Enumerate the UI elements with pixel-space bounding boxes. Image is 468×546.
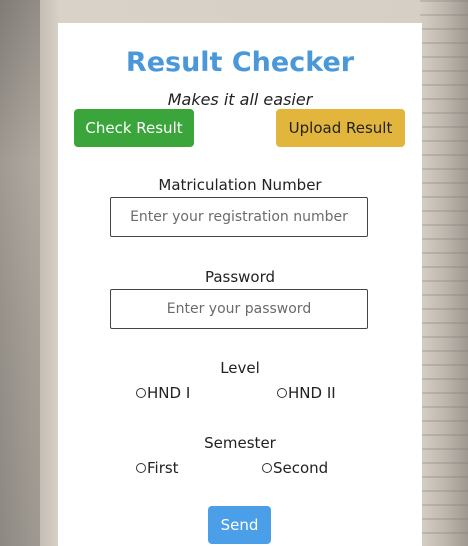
result-checker-card: Result Checker Makes it all easier Check… bbox=[58, 23, 422, 546]
password-input[interactable] bbox=[110, 289, 368, 329]
semester-label: Semester bbox=[204, 434, 276, 452]
page-subtitle: Makes it all easier bbox=[167, 90, 313, 109]
matric-input[interactable] bbox=[110, 197, 368, 237]
level-label: Level bbox=[220, 359, 260, 377]
radio-circle-icon[interactable] bbox=[262, 463, 272, 473]
send-button[interactable]: Send bbox=[208, 506, 271, 544]
radio-circle-icon[interactable] bbox=[136, 463, 146, 473]
semester-options: First Second bbox=[58, 458, 422, 478]
level-option-hnd1[interactable]: HND I bbox=[136, 383, 190, 403]
level-option-label: HND II bbox=[288, 384, 336, 402]
check-result-button[interactable]: Check Result bbox=[74, 109, 194, 147]
semester-option-first[interactable]: First bbox=[136, 458, 179, 478]
page-title: Result Checker bbox=[125, 47, 355, 78]
level-options: HND I HND II bbox=[58, 383, 422, 403]
password-label: Password bbox=[204, 268, 276, 286]
matric-label: Matriculation Number bbox=[158, 176, 322, 194]
upload-result-button[interactable]: Upload Result bbox=[276, 109, 405, 147]
level-option-hnd2[interactable]: HND II bbox=[277, 383, 336, 403]
radio-circle-icon[interactable] bbox=[136, 388, 146, 398]
level-option-label: HND I bbox=[147, 384, 191, 402]
radio-circle-icon[interactable] bbox=[277, 388, 287, 398]
semester-option-label: Second bbox=[273, 459, 329, 477]
semester-option-second[interactable]: Second bbox=[262, 458, 328, 478]
semester-option-label: First bbox=[147, 459, 179, 477]
